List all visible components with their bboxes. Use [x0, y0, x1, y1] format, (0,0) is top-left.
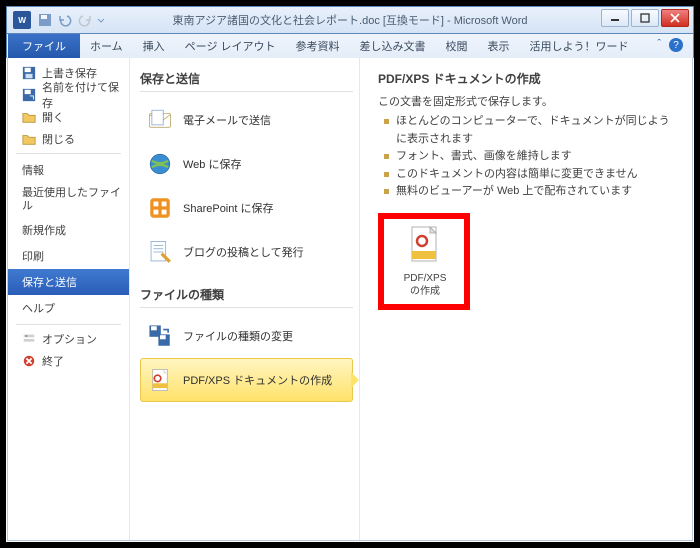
bullet: このドキュメントの内容は簡単に変更できません [382, 166, 678, 184]
sidebar-print[interactable]: 印刷 [8, 243, 129, 269]
options-icon [22, 332, 36, 346]
tab-mailings[interactable]: 差し込み文書 [350, 34, 436, 58]
maximize-button[interactable] [631, 9, 659, 27]
window-title: 東南アジア諸国の文化と社会レポート.doc [互換モード] - Microsof… [7, 12, 693, 28]
sidebar-options[interactable]: オプション [8, 328, 129, 350]
redo-icon[interactable] [77, 12, 93, 28]
sidebar-new[interactable]: 新規作成 [8, 217, 129, 243]
details-bullets: ほとんどのコンピューターで、ドキュメントが同じように表示されます フォント、書式… [382, 113, 678, 201]
save-icon[interactable] [37, 12, 53, 28]
details-pane: PDF/XPS ドキュメントの作成 この文書を固定形式で保存します。 ほとんどの… [360, 58, 692, 540]
qat-dropdown-icon[interactable] [97, 12, 105, 28]
highlight-box: PDF/XPS の作成 [378, 213, 470, 310]
pdf-doc-icon [408, 225, 442, 265]
ribbon-tabs: ファイル ホーム 挿入 ページ レイアウト 参考資料 差し込み文書 校閲 表示 … [6, 34, 694, 58]
sidebar-close[interactable]: 閉じる [8, 128, 129, 150]
sidebar-label: 終了 [42, 353, 64, 369]
tab-references[interactable]: 参考資料 [286, 34, 350, 58]
mid-label: SharePoint に保存 [183, 200, 273, 216]
mid-label: PDF/XPS ドキュメントの作成 [183, 372, 332, 388]
tab-view[interactable]: 表示 [478, 34, 520, 58]
sharepoint-icon [147, 195, 173, 221]
tab-page-layout[interactable]: ページ レイアウト [175, 34, 286, 58]
title-bar: W 東南アジア諸国の文化と社会レポート.doc [互換モード] - Micros… [6, 6, 694, 34]
mid-label: 電子メールで送信 [183, 112, 271, 128]
undo-icon[interactable] [57, 12, 73, 28]
create-pdf-xps[interactable]: PDF/XPS ドキュメントの作成 [140, 358, 353, 402]
tab-insert[interactable]: 挿入 [133, 34, 175, 58]
close-button[interactable] [661, 9, 689, 27]
save-sharepoint[interactable]: SharePoint に保存 [140, 186, 353, 230]
sidebar-help[interactable]: ヘルプ [8, 295, 129, 321]
publish-blog[interactable]: ブログの投稿として発行 [140, 230, 353, 274]
bullet: ほとんどのコンピューターで、ドキュメントが同じように表示されます [382, 113, 678, 148]
details-desc: この文書を固定形式で保存します。 [378, 93, 678, 109]
backstage-sidebar: 上書き保存 名前を付けて保存 開く 閉じる 情報 最近使用したファイル 新規作成… [8, 58, 130, 540]
minimize-button[interactable] [601, 9, 629, 27]
exit-icon [22, 354, 36, 368]
mid-label: ファイルの種類の変更 [183, 328, 293, 344]
mail-icon [147, 107, 173, 133]
send-email[interactable]: 電子メールで送信 [140, 98, 353, 142]
close-folder-icon [22, 132, 36, 146]
globe-icon [147, 151, 173, 177]
details-heading: PDF/XPS ドキュメントの作成 [378, 70, 678, 87]
tab-home[interactable]: ホーム [80, 34, 133, 58]
open-folder-icon [22, 110, 36, 124]
sidebar-label: 閉じる [42, 131, 75, 147]
ribbon-minimize-icon[interactable]: ˆ [657, 38, 661, 52]
saveas-icon [22, 88, 36, 102]
button-label: PDF/XPS の作成 [388, 272, 462, 298]
sidebar-label: 名前を付けて保存 [42, 79, 121, 111]
tab-file[interactable]: ファイル [8, 34, 80, 58]
quick-access-toolbar [37, 12, 105, 28]
bullet: フォント、書式、画像を維持します [382, 148, 678, 166]
change-file-type[interactable]: ファイルの種類の変更 [140, 314, 353, 358]
sidebar-exit[interactable]: 終了 [8, 350, 129, 372]
mid-label: Web に保存 [183, 156, 241, 172]
sidebar-save-send[interactable]: 保存と送信 [8, 269, 129, 295]
sidebar-saveas[interactable]: 名前を付けて保存 [8, 84, 129, 106]
section-heading: 保存と送信 [140, 70, 353, 87]
mid-label: ブログの投稿として発行 [183, 244, 304, 260]
sidebar-label: オプション [42, 331, 97, 347]
pdf-icon [147, 367, 173, 393]
save-icon [22, 66, 36, 80]
tab-review[interactable]: 校閲 [436, 34, 478, 58]
create-pdf-xps-button[interactable]: PDF/XPS の作成 [388, 225, 462, 298]
tab-addin[interactable]: 活用しよう！ワード [520, 34, 639, 58]
save-web[interactable]: Web に保存 [140, 142, 353, 186]
bullet: 無料のビューアーが Web 上で配布されています [382, 183, 678, 201]
help-icon[interactable]: ? [669, 38, 683, 52]
word-app-icon: W [13, 11, 31, 29]
section-heading: ファイルの種類 [140, 286, 353, 303]
sidebar-recent[interactable]: 最近使用したファイル [8, 183, 129, 217]
save-send-column: 保存と送信 電子メールで送信 Web に保存 SharePoint に保存 ブロ… [130, 58, 360, 540]
sidebar-label: 開く [42, 109, 64, 125]
backstage-view: 上書き保存 名前を付けて保存 開く 閉じる 情報 最近使用したファイル 新規作成… [7, 58, 693, 541]
blog-icon [147, 239, 173, 265]
window-controls [599, 9, 689, 27]
sidebar-info[interactable]: 情報 [8, 157, 129, 183]
changetype-icon [147, 323, 173, 349]
svg-text:W: W [18, 16, 26, 25]
